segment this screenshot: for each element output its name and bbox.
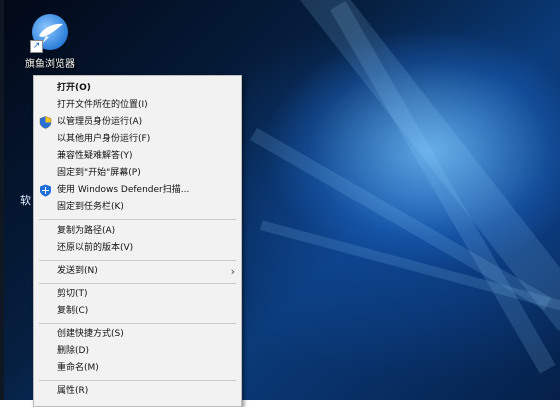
menu-item-label: 重命名(M) [57, 363, 99, 373]
desktop-partial-label: 软 [20, 195, 31, 207]
menu-item-pin-to-taskbar[interactable]: 固定到任务栏(K) [34, 199, 241, 216]
menu-separator [39, 380, 236, 381]
menu-item-label: 还原以前的版本(V) [57, 243, 134, 253]
menu-item-label: 创建快捷方式(S) [57, 329, 124, 339]
menu-item-send-to[interactable]: 发送到(N) › [34, 263, 241, 280]
menu-item-run-as-admin[interactable]: 以管理员身份运行(A) [34, 114, 241, 131]
menu-item-label: 固定到任务栏(K) [57, 202, 124, 212]
menu-item-label: 固定到"开始"屏幕(P) [57, 168, 141, 178]
menu-item-label: 以管理员身份运行(A) [57, 117, 143, 127]
menu-item-open[interactable]: 打开(O) [34, 80, 241, 97]
menu-item-defender-scan[interactable]: 使用 Windows Defender扫描... [34, 182, 241, 199]
menu-separator [39, 283, 236, 284]
menu-separator [39, 323, 236, 324]
menu-item-copy[interactable]: 复制(C) [34, 303, 241, 320]
menu-item-label: 打开(O) [57, 83, 91, 93]
uac-shield-icon [39, 116, 52, 129]
shortcut-arrow-icon: ↗ [30, 40, 43, 53]
browser-app-icon: ↗ [30, 14, 68, 53]
menu-item-pin-to-start[interactable]: 固定到"开始"屏幕(P) [34, 165, 241, 182]
menu-item-label: 以其他用户身份运行(F) [57, 134, 151, 144]
menu-item-troubleshoot-compat[interactable]: 兼容性疑难解答(Y) [34, 148, 241, 165]
menu-item-copy-as-path[interactable]: 复制为路径(A) [34, 223, 241, 240]
desktop-partial-text: 软 [20, 194, 31, 207]
menu-item-run-as-other-user[interactable]: 以其他用户身份运行(F) [34, 131, 241, 148]
defender-shield-icon [40, 184, 51, 197]
menu-item-open-location[interactable]: 打开文件所在的位置(I) [34, 97, 241, 114]
menu-item-label: 发送到(N) [57, 266, 98, 276]
menu-separator [39, 260, 236, 261]
menu-item-rename[interactable]: 重命名(M) [34, 360, 241, 377]
menu-item-create-shortcut[interactable]: 创建快捷方式(S) [34, 326, 241, 343]
menu-separator [39, 219, 236, 220]
desktop-shortcut-label: 旗鱼浏览器 [25, 59, 75, 70]
wallpaper-light-beam [330, 1, 556, 374]
menu-item-properties[interactable]: 属性(R) [34, 383, 241, 400]
chevron-right-icon: › [230, 265, 235, 278]
left-edge [0, 0, 4, 400]
menu-item-label: 删除(D) [57, 346, 89, 356]
menu-item-label: 兼容性疑难解答(Y) [57, 151, 133, 161]
menu-item-label: 剪切(T) [57, 289, 88, 299]
menu-item-label: 属性(R) [57, 386, 89, 396]
desktop-shortcut[interactable]: ↗ 旗鱼浏览器 [20, 14, 80, 70]
menu-item-label: 使用 Windows Defender扫描... [57, 185, 190, 195]
menu-item-delete[interactable]: 删除(D) [34, 343, 241, 360]
menu-item-label: 打开文件所在的位置(I) [57, 100, 148, 110]
menu-item-restore-previous[interactable]: 还原以前的版本(V) [34, 240, 241, 257]
menu-item-label: 复制为路径(A) [57, 226, 116, 236]
context-menu: 打开(O) 打开文件所在的位置(I) 以管理员身份运行(A) 以其他用户身份运行… [33, 75, 242, 407]
menu-item-cut[interactable]: 剪切(T) [34, 286, 241, 303]
menu-item-label: 复制(C) [57, 306, 89, 316]
